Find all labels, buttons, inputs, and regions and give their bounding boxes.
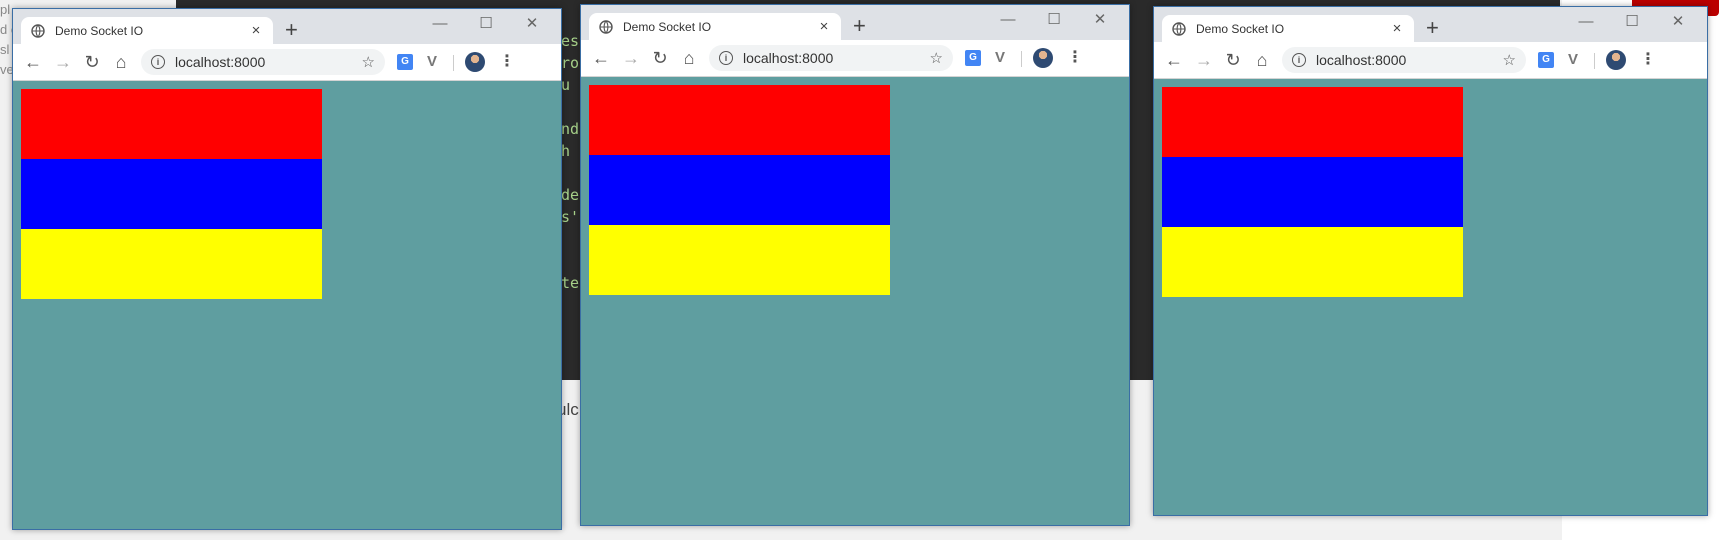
kebab-menu-icon[interactable]: ⋮ (499, 52, 515, 72)
avatar[interactable] (1033, 48, 1053, 68)
browser-window: Demo Socket IO × + — ☐ ✕ ← → ↻ ⌂ i local… (580, 4, 1130, 526)
home-icon[interactable]: ⌂ (1252, 50, 1272, 70)
vue-extension-icon[interactable]: V (995, 49, 1005, 66)
kebab-menu-icon[interactable]: ⋮ (1067, 48, 1083, 68)
translate-extension-icon[interactable]: G (965, 50, 981, 66)
forward-arrow-icon[interactable]: → (53, 52, 73, 72)
address-bar[interactable]: i localhost:8000 ☆ (1282, 47, 1526, 73)
kebab-menu-icon[interactable]: ⋮ (1640, 50, 1656, 70)
avatar[interactable] (1606, 50, 1626, 70)
info-icon[interactable]: i (151, 55, 165, 69)
minimize-button[interactable]: — (1563, 12, 1609, 32)
window-controls: — ☐ ✕ (1563, 12, 1701, 32)
tab-title: Demo Socket IO (55, 23, 144, 38)
page-content (13, 81, 561, 529)
minimize-button[interactable]: — (985, 10, 1031, 30)
stripe-red (1162, 87, 1463, 157)
close-tab-icon[interactable]: × (249, 23, 263, 38)
translate-extension-icon[interactable]: G (397, 54, 413, 70)
globe-icon (599, 19, 613, 34)
reload-icon[interactable]: ↻ (650, 48, 670, 68)
address-bar[interactable]: i localhost:8000 ☆ (141, 49, 385, 75)
maximize-button[interactable]: ☐ (1031, 10, 1077, 30)
new-tab-button[interactable]: + (285, 19, 298, 41)
close-tab-icon[interactable]: × (1390, 21, 1404, 36)
tab-title: Demo Socket IO (1196, 21, 1285, 36)
browser-tab[interactable]: Demo Socket IO × (1162, 15, 1414, 42)
browser-tab[interactable]: Demo Socket IO × (589, 13, 841, 40)
window-controls: — ☐ ✕ (417, 14, 555, 34)
title-bar: Demo Socket IO × + — ☐ ✕ (1154, 7, 1707, 42)
window-controls: — ☐ ✕ (985, 10, 1123, 30)
home-icon[interactable]: ⌂ (679, 48, 699, 68)
minimize-button[interactable]: — (417, 14, 463, 34)
color-stripes (589, 85, 890, 295)
star-icon[interactable]: ☆ (362, 53, 375, 71)
new-tab-button[interactable]: + (1426, 17, 1439, 39)
translate-extension-icon[interactable]: G (1538, 52, 1554, 68)
toolbar-divider (1594, 53, 1595, 69)
vue-extension-icon[interactable]: V (1568, 51, 1578, 68)
browser-window: Demo Socket IO × + — ☐ ✕ ← → ↻ ⌂ i local… (1153, 6, 1708, 516)
maximize-button[interactable]: ☐ (1609, 12, 1655, 32)
browser-toolbar: ← → ↻ ⌂ i localhost:8000 ☆ G V ⋮ (581, 40, 1129, 77)
close-tab-icon[interactable]: × (817, 19, 831, 34)
forward-arrow-icon[interactable]: → (621, 48, 641, 68)
stripe-yellow (1162, 227, 1463, 297)
stripe-red (21, 89, 322, 159)
globe-icon (1172, 21, 1186, 36)
back-arrow-icon[interactable]: ← (23, 52, 43, 72)
stripe-red (589, 85, 890, 155)
info-icon[interactable]: i (719, 51, 733, 65)
address-bar[interactable]: i localhost:8000 ☆ (709, 45, 953, 71)
stripe-blue (21, 159, 322, 229)
stripe-blue (1162, 157, 1463, 227)
reload-icon[interactable]: ↻ (1223, 50, 1243, 70)
new-tab-button[interactable]: + (853, 15, 866, 37)
browser-tab[interactable]: Demo Socket IO × (21, 17, 273, 44)
back-arrow-icon[interactable]: ← (1164, 50, 1184, 70)
browser-window: Demo Socket IO × + — ☐ ✕ ← → ↻ ⌂ i local… (12, 8, 562, 530)
title-bar: Demo Socket IO × + — ☐ ✕ (581, 5, 1129, 40)
color-stripes (21, 89, 322, 299)
avatar[interactable] (465, 52, 485, 72)
back-arrow-icon[interactable]: ← (591, 48, 611, 68)
close-window-button[interactable]: ✕ (1077, 10, 1123, 30)
stripe-yellow (589, 225, 890, 295)
star-icon[interactable]: ☆ (1503, 51, 1516, 69)
star-icon[interactable]: ☆ (930, 49, 943, 67)
maximize-button[interactable]: ☐ (463, 14, 509, 34)
url-text: localhost:8000 (743, 50, 834, 66)
page-content (581, 77, 1129, 525)
reload-icon[interactable]: ↻ (82, 52, 102, 72)
browser-toolbar: ← → ↻ ⌂ i localhost:8000 ☆ G V ⋮ (13, 44, 561, 81)
info-icon[interactable]: i (1292, 53, 1306, 67)
browser-toolbar: ← → ↻ ⌂ i localhost:8000 ☆ G V ⋮ (1154, 42, 1707, 79)
stripe-blue (589, 155, 890, 225)
url-text: localhost:8000 (175, 54, 266, 70)
home-icon[interactable]: ⌂ (111, 52, 131, 72)
vue-extension-icon[interactable]: V (427, 53, 437, 70)
page-content (1154, 79, 1707, 515)
tab-title: Demo Socket IO (623, 19, 712, 34)
globe-icon (31, 23, 45, 38)
close-window-button[interactable]: ✕ (1655, 12, 1701, 32)
url-text: localhost:8000 (1316, 52, 1407, 68)
toolbar-divider (453, 55, 454, 71)
color-stripes (1162, 87, 1463, 297)
title-bar: Demo Socket IO × + — ☐ ✕ (13, 9, 561, 44)
toolbar-divider (1021, 51, 1022, 67)
close-window-button[interactable]: ✕ (509, 14, 555, 34)
forward-arrow-icon[interactable]: → (1194, 50, 1214, 70)
stripe-yellow (21, 229, 322, 299)
